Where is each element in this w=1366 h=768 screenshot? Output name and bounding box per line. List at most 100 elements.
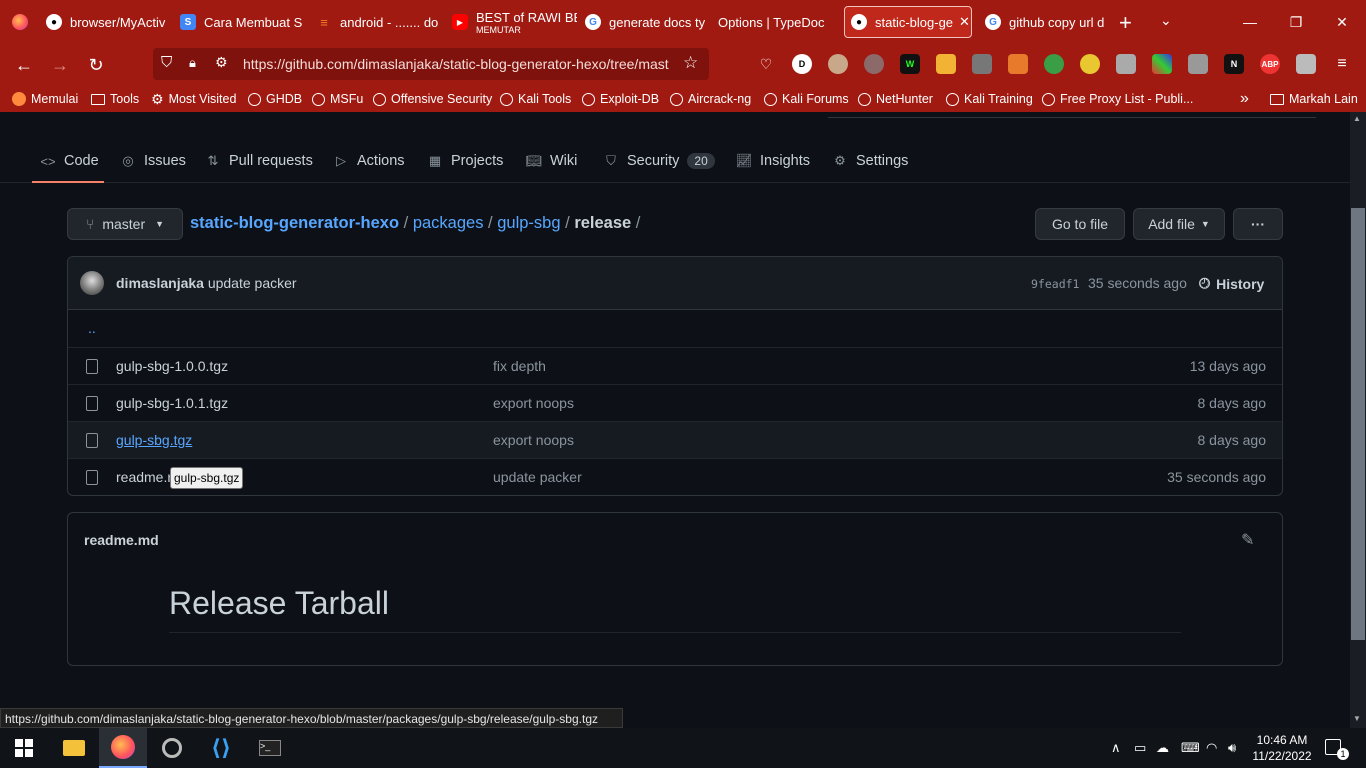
extension-icon[interactable]: W <box>900 54 920 74</box>
file-explorer-icon[interactable] <box>50 728 98 768</box>
new-tab-icon[interactable]: + <box>1119 10 1132 36</box>
more-options-button[interactable]: ··· <box>1233 208 1283 240</box>
tab-youtube[interactable]: ▶ BEST of RAWI BE MEMUTAR <box>452 6 577 38</box>
breadcrumb-gulp-sbg-link[interactable]: gulp-sbg <box>497 214 560 232</box>
tab-code[interactable]: <> Code <box>40 150 98 172</box>
breadcrumb-packages-link[interactable]: packages <box>413 214 484 232</box>
extension-icon[interactable] <box>1296 54 1316 74</box>
extension-icon[interactable] <box>828 54 848 74</box>
bookmark-kali-forums[interactable]: Kali Forums <box>764 91 849 107</box>
extension-icon[interactable] <box>1188 54 1208 74</box>
avatar[interactable] <box>80 271 104 295</box>
windows-start-icon[interactable] <box>0 728 48 768</box>
go-to-file-button[interactable]: Go to file <box>1035 208 1125 240</box>
ime-icon[interactable]: ⌨ <box>1181 740 1200 756</box>
file-name-link[interactable]: gulp-sbg-1.0.0.tgz <box>116 358 228 374</box>
extension-icon[interactable] <box>1008 54 1028 74</box>
pocket-icon[interactable]: ♡ <box>756 54 776 74</box>
close-window-icon[interactable]: ✕ <box>1319 0 1365 44</box>
extension-icon[interactable] <box>972 54 992 74</box>
add-file-button[interactable]: Add file ▼ <box>1133 208 1225 240</box>
parent-dir-link[interactable]: .. <box>88 320 96 336</box>
restore-icon[interactable]: ❐ <box>1273 0 1319 44</box>
commit-author-link[interactable]: dimaslanjaka <box>116 275 204 291</box>
readme-filename[interactable]: readme.md <box>84 532 159 548</box>
bookmark-markah-lain[interactable]: Markah Lain <box>1270 91 1358 107</box>
file-row[interactable]: gulp-sbg-1.0.0.tgz fix depth 13 days ago <box>68 347 1282 384</box>
breadcrumb-repo-link[interactable]: static-blog-generator-hexo <box>190 214 399 232</box>
scroll-down-icon[interactable]: ▼ <box>1353 714 1361 723</box>
extension-icon[interactable] <box>1044 54 1064 74</box>
extension-icon[interactable] <box>864 54 884 74</box>
lock-icon[interactable]: 🔒︎ <box>189 55 196 71</box>
url-bar[interactable]: ⛉ 🔒︎ ⚙ https://github.com/dimaslanjaka/s… <box>153 48 709 80</box>
bookmark-memulai[interactable]: Memulai <box>12 91 78 107</box>
tab-pull-requests[interactable]: ⇅ Pull requests <box>205 150 313 172</box>
extension-icon[interactable] <box>1116 54 1136 74</box>
bookmark-star-icon[interactable]: ☆ <box>683 53 698 73</box>
tab-actions[interactable]: ▷ Actions <box>333 150 405 172</box>
file-row[interactable]: gulp-sbg.tgz export noops 8 days ago <box>68 421 1282 458</box>
file-commit-message[interactable]: fix depth <box>493 358 546 374</box>
firefox-taskbar-icon[interactable] <box>99 728 147 768</box>
tab-generate-docs[interactable]: G generate docs ty <box>585 6 705 38</box>
file-name-link[interactable]: gulp-sbg-1.0.1.tgz <box>116 395 228 411</box>
hamburger-menu-icon[interactable]: ≡ <box>1332 54 1352 74</box>
meet-now-icon[interactable]: ▭ <box>1134 740 1146 756</box>
shield-icon[interactable]: ⛉ <box>161 54 172 71</box>
bookmark-aircrack[interactable]: Aircrack-ng <box>670 91 751 107</box>
tab-settings[interactable]: ⚙ Settings <box>832 150 908 172</box>
tab-myactiv[interactable]: ● browser/MyActiv <box>46 6 176 38</box>
close-tab-icon[interactable]: ✕ <box>959 14 970 30</box>
file-commit-message[interactable]: export noops <box>493 395 574 411</box>
minimize-icon[interactable]: — <box>1227 0 1273 44</box>
history-link[interactable]: 🕘︎ History <box>1199 275 1264 292</box>
commit-message-link[interactable]: update packer <box>208 275 297 291</box>
volume-icon[interactable]: 🔊︎ <box>1228 740 1236 756</box>
pencil-icon[interactable]: ✎ <box>1241 530 1254 550</box>
tab-github-copy-url[interactable]: G github copy url d <box>985 6 1105 38</box>
vscode-icon[interactable]: ⟨⟩ <box>197 728 245 768</box>
adblock-icon[interactable]: ABP <box>1260 54 1280 74</box>
tab-typedoc[interactable]: Options | TypeDoc <box>718 6 838 38</box>
extension-d-icon[interactable]: D <box>792 54 812 74</box>
tab-security[interactable]: ⛉ Security 20 <box>603 150 715 172</box>
wifi-icon[interactable]: ◠ <box>1206 740 1217 756</box>
tab-projects[interactable]: ▦ Projects <box>427 150 504 172</box>
list-tabs-icon[interactable]: ⌄ <box>1160 12 1172 29</box>
file-row[interactable]: gulp-sbg-1.0.1.tgz export noops 8 days a… <box>68 384 1282 421</box>
file-commit-message[interactable]: update packer <box>493 469 582 485</box>
tab-android[interactable]: ≡ android - ....... do <box>316 6 441 38</box>
bookmark-ghdb[interactable]: GHDB <box>248 91 302 107</box>
scrollbar-thumb[interactable] <box>1351 208 1365 640</box>
commit-sha-link[interactable]: 9feadf1 <box>1031 277 1079 291</box>
extension-icon[interactable] <box>1152 54 1172 74</box>
tab-static-blog[interactable]: ● static-blog-ge ✕ <box>844 6 972 38</box>
extension-icon[interactable] <box>936 54 956 74</box>
bookmark-kali-tools[interactable]: Kali Tools <box>500 91 571 107</box>
file-name-link[interactable]: gulp-sbg.tgz <box>116 432 192 448</box>
scroll-up-icon[interactable]: ▲ <box>1353 114 1361 123</box>
bookmark-exploit-db[interactable]: Exploit-DB <box>582 91 659 107</box>
extension-icon[interactable]: N <box>1224 54 1244 74</box>
terminal-icon[interactable]: >_ <box>246 728 294 768</box>
onedrive-icon[interactable]: ☁ <box>1156 740 1169 756</box>
more-bookmarks-icon[interactable]: » <box>1240 90 1249 107</box>
bookmark-nethunter[interactable]: NetHunter <box>858 91 933 107</box>
bookmark-msfu[interactable]: MSFu <box>312 91 363 107</box>
forward-icon[interactable]: → <box>49 54 71 76</box>
tab-wiki[interactable]: 📖︎ Wiki <box>526 150 578 172</box>
extension-icon[interactable] <box>1080 54 1100 74</box>
parent-dir-row[interactable]: .. <box>68 310 1282 347</box>
file-commit-message[interactable]: export noops <box>493 432 574 448</box>
tray-overflow-icon[interactable]: ∧ <box>1111 740 1121 756</box>
tab-cara-membuat[interactable]: S Cara Membuat S <box>180 6 305 38</box>
tab-insights[interactable]: 📈︎ Insights <box>736 150 810 172</box>
branch-select-button[interactable]: ⑂ master ▼ <box>67 208 183 240</box>
file-name-link[interactable]: readme.r <box>116 469 172 485</box>
reload-icon[interactable]: ↻ <box>85 54 107 76</box>
bookmark-most-visited[interactable]: ⚙ Most Visited <box>151 91 236 107</box>
bookmark-kali-training[interactable]: Kali Training <box>946 91 1033 107</box>
bookmark-offensive-security[interactable]: Offensive Security <box>373 91 492 107</box>
opera-icon[interactable] <box>148 728 196 768</box>
